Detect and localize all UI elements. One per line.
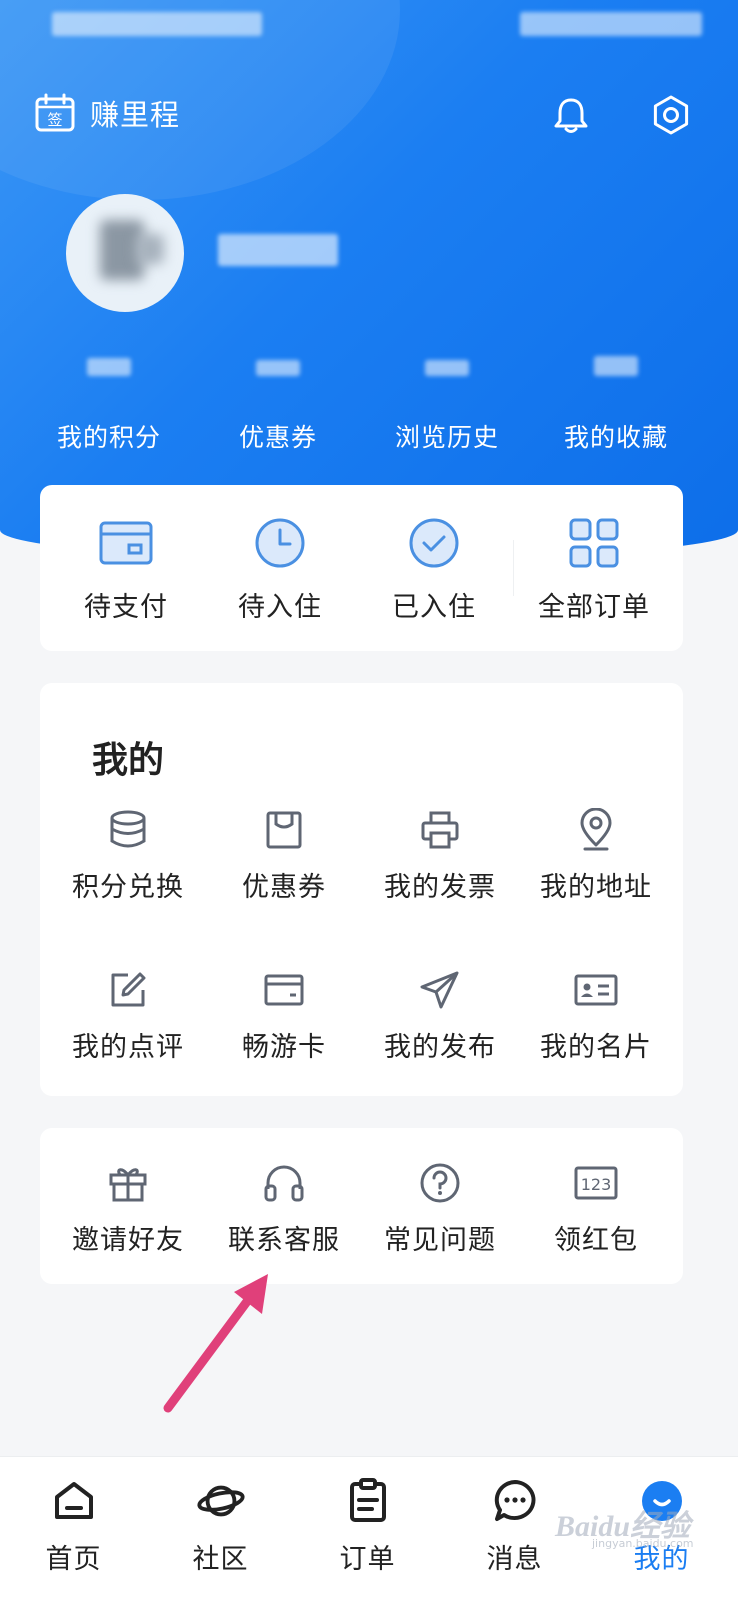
mine-addresses-label: 我的地址	[540, 872, 652, 903]
check-circle-icon	[409, 518, 459, 568]
help-invite-friends-label: 邀请好友	[72, 1225, 184, 1256]
mine-coupons-label: 优惠券	[242, 872, 326, 903]
stat-favorites[interactable]: 我的收藏	[524, 340, 708, 470]
grid-icon	[569, 518, 619, 568]
clock-icon	[255, 518, 305, 568]
keypad-icon: 123	[574, 1166, 618, 1200]
coins-icon	[110, 810, 146, 848]
tab-home[interactable]: 首页	[0, 1457, 147, 1600]
planet-icon	[196, 1485, 245, 1517]
gear-icon	[653, 95, 689, 135]
send-icon	[420, 971, 459, 1009]
stat-favorites-label: 我的收藏	[563, 423, 668, 452]
stat-history-value-blurred	[425, 360, 469, 376]
username-blurred[interactable]	[218, 228, 338, 270]
orders-divider	[513, 540, 514, 596]
printer-icon	[421, 811, 459, 849]
svg-text:123: 123	[581, 1175, 612, 1194]
notification-button[interactable]	[548, 92, 594, 138]
order-pending-payment[interactable]: 待支付	[46, 515, 206, 624]
stat-points[interactable]: 我的积分	[17, 340, 201, 470]
stat-coupons-label: 优惠券	[238, 423, 317, 452]
stat-history-label: 浏览历史	[394, 423, 499, 452]
earn-mileage-button[interactable]: 签 赚里程	[34, 92, 180, 134]
edit-icon	[111, 972, 146, 1007]
svg-text:签: 签	[47, 111, 62, 129]
status-bar	[0, 10, 738, 46]
stat-history[interactable]: 浏览历史	[355, 340, 539, 470]
mine-addresses[interactable]: 我的地址	[516, 807, 676, 904]
location-icon	[580, 808, 612, 851]
mine-reviews-label: 我的点评	[72, 1032, 184, 1063]
chat-icon	[494, 1480, 535, 1521]
mine-card: 我的 积分兑换 优惠券 我的发票 我的地址 我的点评 畅游卡 我的发布 我的名片	[40, 683, 683, 1096]
mine-coupons[interactable]: 优惠券	[204, 807, 364, 904]
tab-orders-label: 订单	[339, 1544, 396, 1575]
stat-favorites-value-blurred	[594, 356, 638, 376]
avatar[interactable]	[66, 194, 184, 312]
help-red-packet-label: 领红包	[554, 1225, 638, 1256]
order-all-label: 全部订单	[538, 592, 650, 623]
coupon-icon	[266, 811, 302, 849]
help-faq[interactable]: 常见问题	[360, 1160, 520, 1257]
mine-invoices-label: 我的发票	[384, 872, 496, 903]
mine-travel-card[interactable]: 畅游卡	[204, 967, 364, 1064]
watermark-url: jingyan.baidu.com	[592, 1537, 694, 1550]
mine-reviews[interactable]: 我的点评	[48, 967, 208, 1064]
question-icon	[420, 1163, 460, 1203]
mine-business-card-label: 我的名片	[540, 1032, 652, 1063]
order-all[interactable]: 全部订单	[514, 515, 674, 624]
clipboard-icon	[349, 1478, 386, 1522]
order-pending-checkin[interactable]: 待入住	[200, 515, 360, 624]
mine-posts[interactable]: 我的发布	[360, 967, 520, 1064]
tab-community[interactable]: 社区	[147, 1457, 294, 1600]
status-bar-right-blurred	[520, 12, 702, 36]
help-red-packet[interactable]: 123 领红包	[516, 1160, 676, 1257]
id-card-icon	[574, 974, 618, 1006]
bell-icon	[554, 98, 588, 133]
gift-icon	[109, 1168, 147, 1202]
mine-posts-label: 我的发布	[384, 1032, 496, 1063]
headset-icon	[264, 1165, 304, 1202]
mine-points-exchange-label: 积分兑换	[72, 872, 184, 903]
top-bar: 签 赚里程	[0, 88, 738, 144]
help-card: 邀请好友 联系客服 常见问题 123 领红包	[40, 1128, 683, 1284]
stat-points-label: 我的积分	[56, 423, 161, 452]
tab-orders[interactable]: 订单	[294, 1457, 441, 1600]
calendar-sign-icon: 签	[35, 93, 75, 132]
help-faq-label: 常见问题	[384, 1225, 496, 1256]
mine-points-exchange[interactable]: 积分兑换	[48, 807, 208, 904]
stats-row: 我的积分 优惠券 浏览历史 我的收藏	[0, 340, 738, 470]
status-bar-left-blurred	[52, 12, 262, 36]
profile-header: 签 赚里程 我的积分 优惠券 浏览历史 我的收藏	[0, 0, 738, 560]
stat-coupons-value-blurred	[256, 360, 300, 376]
order-pending-checkin-label: 待入住	[238, 592, 322, 623]
bottom-tab-bar: 首页 社区 订单 消息 我的 Baidu经验 jingyan.baidu.com	[0, 1456, 738, 1600]
card-icon	[264, 974, 304, 1006]
mine-invoices[interactable]: 我的发票	[360, 807, 520, 904]
mine-section-title: 我的	[92, 740, 165, 781]
mine-business-card[interactable]: 我的名片	[516, 967, 676, 1064]
order-checked-in[interactable]: 已入住	[354, 515, 514, 624]
mine-travel-card-label: 畅游卡	[242, 1032, 326, 1063]
home-icon	[54, 1482, 93, 1519]
tab-home-label: 首页	[45, 1544, 102, 1575]
help-contact-support-label: 联系客服	[228, 1225, 340, 1256]
stat-points-value-blurred	[87, 358, 131, 376]
help-contact-support[interactable]: 联系客服	[204, 1160, 364, 1257]
tab-community-label: 社区	[192, 1544, 249, 1575]
earn-mileage-label: 赚里程	[90, 98, 181, 132]
wallet-icon	[99, 521, 153, 565]
order-pending-payment-label: 待支付	[84, 592, 168, 623]
orders-card: 待支付 待入住 已入住 全部订单	[40, 485, 683, 651]
stat-coupons[interactable]: 优惠券	[186, 340, 370, 470]
settings-button[interactable]	[648, 92, 694, 138]
order-checked-in-label: 已入住	[392, 592, 476, 623]
annotation-arrow-icon	[163, 1274, 268, 1413]
help-invite-friends[interactable]: 邀请好友	[48, 1160, 208, 1257]
